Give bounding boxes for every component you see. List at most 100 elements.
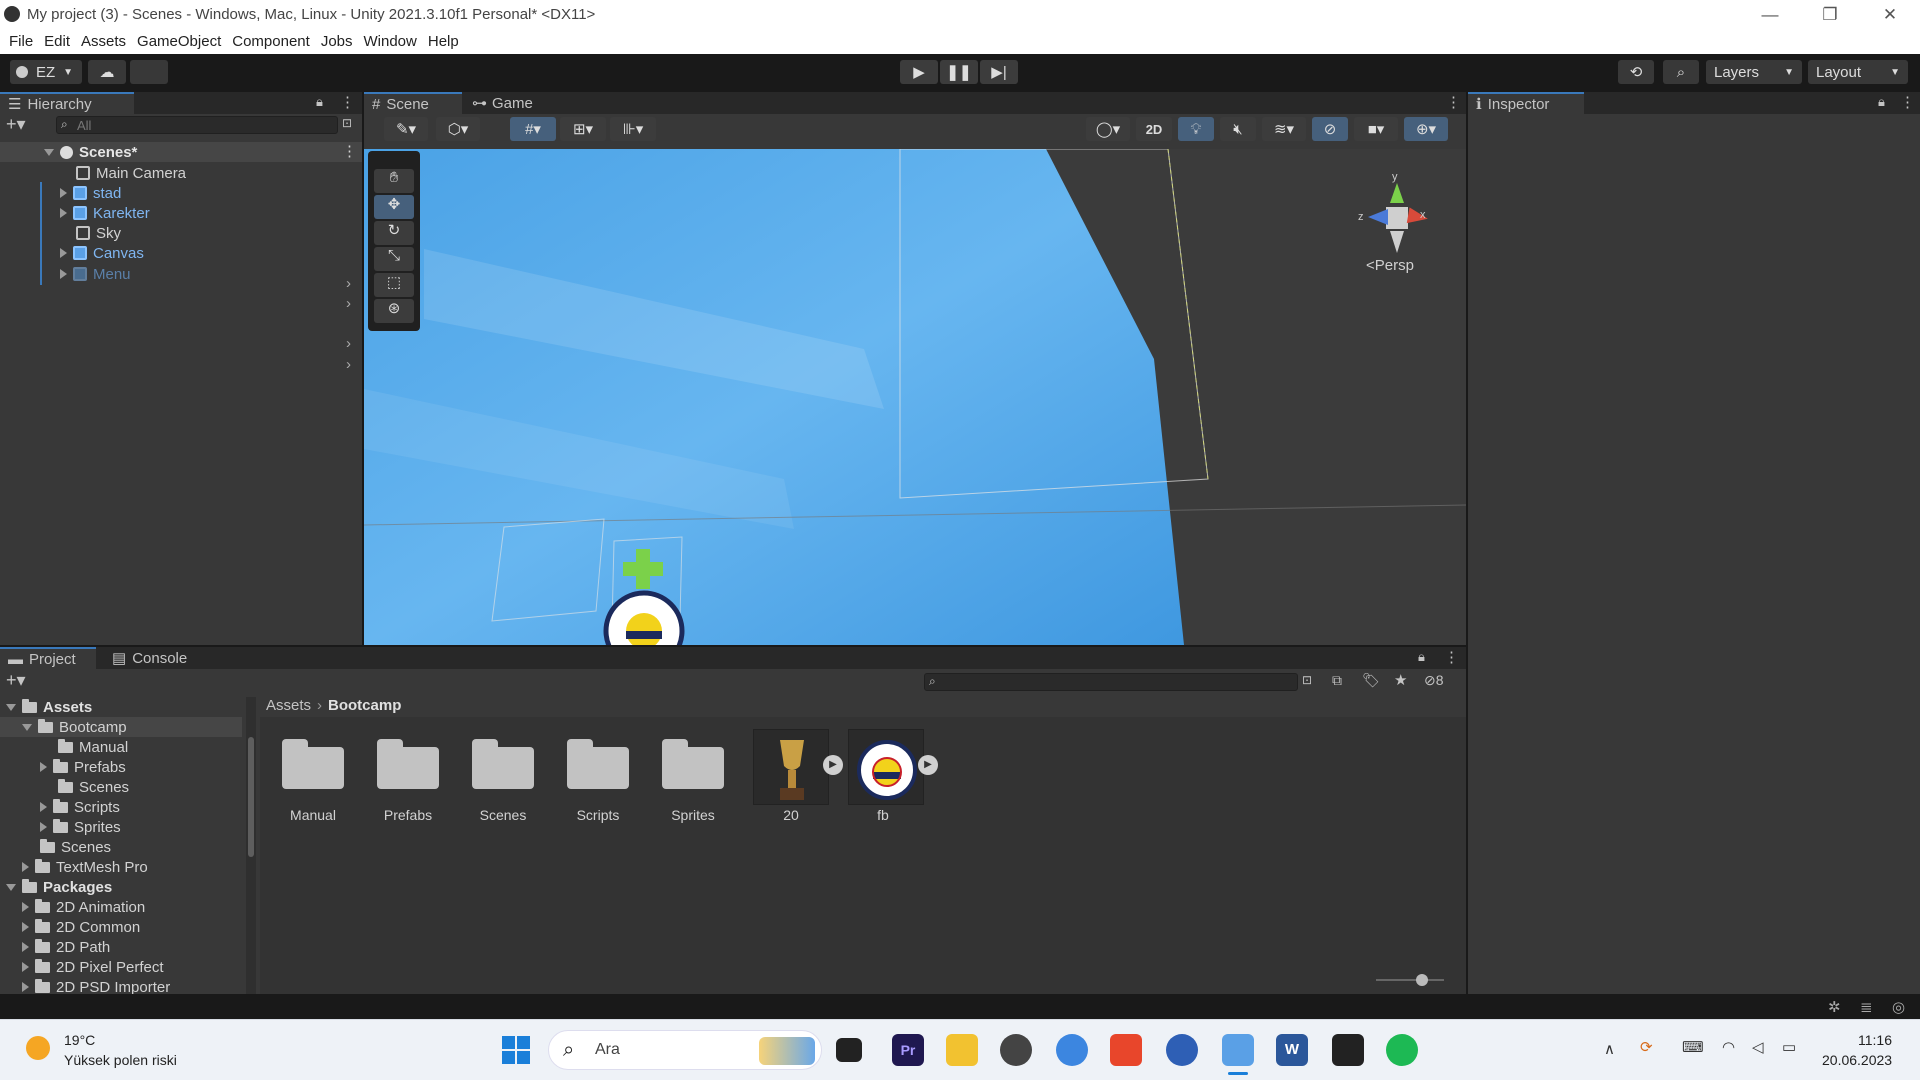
expand-arrow-icon[interactable] bbox=[22, 962, 29, 972]
search-options-icon[interactable]: ⊡ bbox=[342, 116, 352, 130]
tree-item-sprites[interactable]: Sprites bbox=[40, 817, 121, 837]
tree-item-2d-pixel-perfect[interactable]: 2D Pixel Perfect bbox=[22, 957, 164, 977]
zoom-slider[interactable] bbox=[1376, 974, 1444, 986]
breadcrumb-bootcamp[interactable]: Bootcamp bbox=[328, 697, 401, 714]
tree-item-2d-common[interactable]: 2D Common bbox=[22, 917, 140, 937]
search-options-icon[interactable]: ⊡ bbox=[1302, 673, 1312, 687]
tree-item-2d-path[interactable]: 2D Path bbox=[22, 937, 110, 957]
menu-help[interactable]: Help bbox=[428, 33, 459, 50]
start-button[interactable] bbox=[500, 1034, 532, 1066]
hierarchy-item-canvas[interactable]: Canvas bbox=[60, 243, 144, 263]
hierarchy-item-sky[interactable]: Sky bbox=[76, 223, 121, 243]
expand-arrow-icon[interactable] bbox=[22, 902, 29, 912]
sync-icon[interactable]: ⟳ bbox=[1640, 1038, 1653, 1056]
restore-button[interactable]: ❐ bbox=[1800, 0, 1860, 29]
rect-tool[interactable]: ⬚ bbox=[374, 273, 414, 297]
effects-dropdown[interactable]: ≋▾ bbox=[1262, 117, 1306, 141]
hierarchy-item-stad[interactable]: stad bbox=[60, 183, 121, 203]
tree-item-scripts[interactable]: Scripts bbox=[40, 797, 120, 817]
add-button[interactable]: +▾ bbox=[6, 114, 26, 135]
spotify-icon[interactable] bbox=[1386, 1034, 1418, 1066]
unity-hub-icon[interactable] bbox=[1000, 1034, 1032, 1066]
tree-item-packages[interactable]: Packages bbox=[6, 877, 112, 897]
file-explorer-icon[interactable] bbox=[946, 1034, 978, 1066]
keyboard-icon[interactable]: ⌨ bbox=[1682, 1038, 1704, 1056]
draw-mode-dropdown[interactable]: ✎▾ bbox=[384, 117, 428, 141]
grid-snap-toggle[interactable]: #▾ bbox=[510, 117, 556, 141]
scrollbar-thumb[interactable] bbox=[248, 737, 254, 857]
transform-tool[interactable]: ⊛ bbox=[374, 299, 414, 323]
chevron-up-icon[interactable]: ∧ bbox=[1604, 1040, 1615, 1058]
lock-icon[interactable]: 🔒︎ bbox=[1418, 649, 1425, 665]
pivot-dropdown[interactable]: ⬡▾ bbox=[436, 117, 480, 141]
expand-sprite-button[interactable]: ▶ bbox=[918, 755, 938, 775]
filter-type-icon[interactable]: ⧉ bbox=[1332, 672, 1342, 689]
projection-label[interactable]: <Persp bbox=[1366, 257, 1414, 274]
clock-time[interactable]: 11:16 bbox=[1858, 1032, 1892, 1048]
scale-tool[interactable]: ⤡ bbox=[374, 247, 414, 271]
volume-icon[interactable]: ◁ bbox=[1752, 1038, 1764, 1056]
expand-arrow-icon[interactable] bbox=[22, 942, 29, 952]
taskbar-search[interactable]: ⌕ Ara bbox=[548, 1030, 822, 1070]
menu-component[interactable]: Component bbox=[232, 33, 310, 50]
kebab-menu-icon[interactable]: ⋮ bbox=[1446, 93, 1461, 111]
audio-toggle[interactable]: 🔇︎ bbox=[1220, 117, 1256, 141]
shading-mode-dropdown[interactable]: ◯▾ bbox=[1086, 117, 1130, 141]
expand-arrow-icon[interactable] bbox=[6, 703, 16, 711]
asset-tile-20[interactable]: ▶ 20 bbox=[743, 727, 843, 827]
zoom-slider-thumb[interactable] bbox=[1416, 974, 1428, 986]
asset-tile-scenes[interactable]: Scenes bbox=[458, 729, 548, 829]
menu-window[interactable]: Window bbox=[364, 33, 417, 50]
minimize-button[interactable]: — bbox=[1740, 0, 1800, 29]
kebab-menu-icon[interactable]: ⋮ bbox=[1900, 93, 1915, 111]
tree-scrollbar[interactable] bbox=[246, 697, 256, 994]
project-search-input[interactable]: ⌕ bbox=[924, 673, 1298, 691]
search-button[interactable]: ⌕ bbox=[1663, 60, 1699, 84]
battery-icon[interactable]: ▭ bbox=[1782, 1038, 1796, 1056]
breadcrumb-assets[interactable]: Assets bbox=[266, 697, 311, 714]
gizmos-dropdown[interactable]: ⊕▾ bbox=[1404, 117, 1448, 141]
hand-tool[interactable]: ✋︎ bbox=[374, 169, 414, 193]
scene-viewport[interactable]: ✋︎ ✥ ↻ ⤡ ⬚ ⊛ y x z <Persp bbox=[364, 149, 1466, 645]
kebab-menu-icon[interactable]: ⋮ bbox=[342, 142, 357, 160]
expand-arrow-icon[interactable] bbox=[22, 862, 29, 872]
increment-snap-dropdown[interactable]: ⊞▾ bbox=[560, 117, 606, 141]
toggle-2d-button[interactable]: 2D bbox=[1136, 117, 1172, 141]
menu-gameobject[interactable]: GameObject bbox=[137, 33, 221, 50]
favorite-star-icon[interactable]: ★ bbox=[1394, 671, 1407, 689]
bug-off-icon[interactable]: ✲ bbox=[1828, 998, 1841, 1016]
expand-arrow-icon[interactable] bbox=[60, 248, 67, 258]
kebab-menu-icon[interactable]: ⋮ bbox=[340, 93, 355, 111]
undo-history-button[interactable]: ⟲ bbox=[1618, 60, 1654, 84]
expand-arrow-icon[interactable] bbox=[40, 822, 47, 832]
asset-tile-prefabs[interactable]: Prefabs bbox=[363, 729, 453, 829]
word-doc-icon[interactable] bbox=[1166, 1034, 1198, 1066]
chevron-right-icon[interactable]: › bbox=[346, 295, 351, 312]
menu-assets[interactable]: Assets bbox=[81, 33, 126, 50]
tab-inspector[interactable]: ℹ Inspector bbox=[1468, 92, 1584, 114]
lock-icon[interactable]: 🔒︎ bbox=[316, 94, 323, 110]
camera-dropdown[interactable]: ■▾ bbox=[1354, 117, 1398, 141]
pause-button[interactable]: ❚❚ bbox=[940, 60, 978, 84]
expand-arrow-icon[interactable] bbox=[22, 723, 32, 731]
chevron-right-icon[interactable]: › bbox=[346, 335, 351, 352]
brave-browser-icon[interactable] bbox=[1110, 1034, 1142, 1066]
asset-tile-manual[interactable]: Manual bbox=[268, 729, 358, 829]
tab-scene[interactable]: # Scene bbox=[364, 92, 462, 114]
menu-file[interactable]: File bbox=[9, 33, 33, 50]
tree-item-bootcamp[interactable]: Bootcamp bbox=[0, 717, 242, 737]
expand-arrow-icon[interactable] bbox=[60, 208, 67, 218]
expand-arrow-icon[interactable] bbox=[22, 982, 29, 992]
filter-label-icon[interactable]: 🏷︎ bbox=[1362, 672, 1380, 689]
tree-item-assets[interactable]: Assets bbox=[6, 697, 92, 717]
check-circle-icon[interactable]: ◎ bbox=[1892, 998, 1905, 1016]
word-icon[interactable]: W bbox=[1276, 1034, 1308, 1066]
tab-project[interactable]: ▬ Project bbox=[0, 647, 96, 669]
unity-icon[interactable] bbox=[1332, 1034, 1364, 1066]
premiere-pro-icon[interactable]: Pr bbox=[892, 1034, 924, 1066]
visibility-toggle[interactable]: ⊘ bbox=[1312, 117, 1348, 141]
expand-arrow-icon[interactable] bbox=[40, 802, 47, 812]
tree-item-2d-animation[interactable]: 2D Animation bbox=[22, 897, 145, 917]
close-button[interactable]: ✕ bbox=[1860, 0, 1920, 29]
chevron-right-icon[interactable]: › bbox=[346, 356, 351, 373]
